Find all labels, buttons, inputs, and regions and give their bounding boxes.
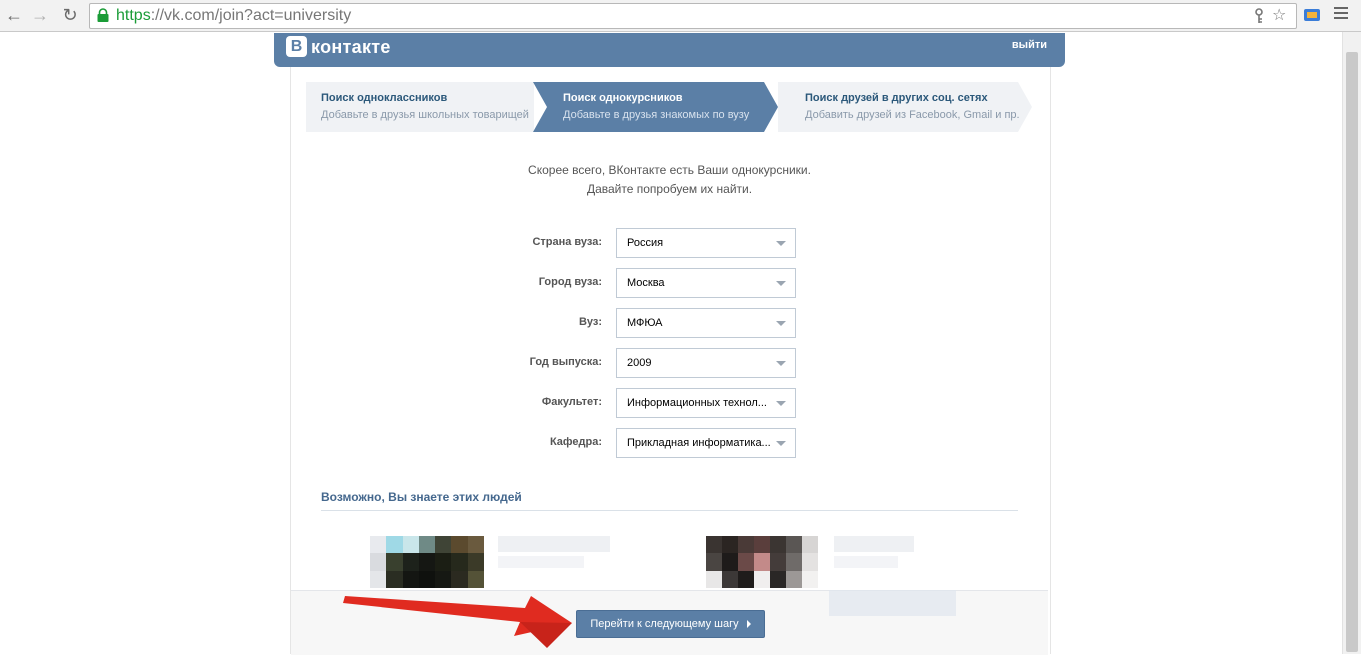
chevron-down-icon bbox=[776, 401, 786, 406]
back-icon[interactable]: ← bbox=[4, 5, 24, 25]
university-label: Вуз: bbox=[578, 316, 602, 328]
department-select[interactable]: Прикладная информатика... bbox=[616, 428, 796, 458]
browser-toolbar: ← → ↻ https://vk.com/join?act=university… bbox=[0, 0, 1361, 32]
intro-text: Скорее всего, ВКонтакте есть Ваши одноку… bbox=[290, 161, 1049, 199]
reload-icon[interactable]: ↻ bbox=[60, 5, 80, 25]
step-title: Поиск одноклассников bbox=[321, 92, 448, 104]
chevron-down-icon bbox=[776, 281, 786, 286]
intro-line-2: Давайте попробуем их найти. bbox=[586, 182, 753, 196]
logout-link[interactable]: выйти bbox=[1012, 39, 1047, 51]
chevron-down-icon bbox=[776, 321, 786, 326]
step-classmates[interactable]: Поиск одноклассников Добавьте в друзья ш… bbox=[306, 82, 534, 132]
university-value: МФЮА bbox=[627, 317, 663, 329]
year-label: Год выпуска: bbox=[529, 356, 602, 368]
add-friend-button[interactable] bbox=[829, 590, 956, 616]
city-label: Город вуза: bbox=[538, 276, 602, 288]
form-row-faculty: Факультет: Информационных технол... bbox=[300, 388, 820, 418]
form-row-department: Кафедра: Прикладная информатика... bbox=[300, 428, 820, 458]
next-step-label: Перейти к следующему шагу bbox=[590, 618, 739, 630]
next-step-button[interactable]: Перейти к следующему шагу bbox=[576, 610, 765, 638]
faculty-label: Факультет: bbox=[541, 396, 602, 408]
step-subtitle: Добавьте в друзья знакомых по вузу bbox=[563, 109, 750, 121]
extension-icon[interactable] bbox=[1303, 6, 1321, 24]
wizard-steps: Поиск одноклассников Добавьте в друзья ш… bbox=[306, 82, 1032, 132]
chevron-down-icon bbox=[776, 241, 786, 246]
suggestions-title: Возможно, Вы знаете этих людей bbox=[321, 490, 522, 504]
step-university[interactable]: Поиск однокурсников Добавьте в друзья зн… bbox=[533, 82, 778, 132]
blurred-name bbox=[834, 536, 914, 552]
avatar[interactable] bbox=[706, 536, 818, 588]
vk-logo-text[interactable]: контакте bbox=[311, 36, 391, 58]
step-title: Поиск друзей в других соц. сетях bbox=[805, 92, 988, 104]
url-path: ://vk.com/join?act=university bbox=[150, 7, 352, 24]
blurred-name bbox=[834, 556, 898, 568]
step-other-networks[interactable]: Поиск друзей в других соц. сетях Добавит… bbox=[778, 82, 1032, 132]
url-text: https://vk.com/join?act=university bbox=[116, 6, 351, 26]
department-value: Прикладная информатика... bbox=[627, 437, 771, 449]
form-row-university: Вуз: МФЮА bbox=[300, 308, 820, 338]
blurred-name bbox=[498, 536, 610, 552]
faculty-value: Информационных технол... bbox=[627, 397, 767, 409]
address-bar[interactable]: https://vk.com/join?act=university ☆ bbox=[89, 3, 1297, 29]
step-subtitle: Добавить друзей из Facebook, Gmail и пр. bbox=[805, 109, 1020, 121]
scroll-thumb[interactable] bbox=[1346, 52, 1358, 652]
form-row-country: Страна вуза: Россия bbox=[300, 228, 820, 258]
arrow-right-icon bbox=[746, 620, 751, 629]
forward-icon[interactable]: → bbox=[30, 5, 50, 25]
site-header: В контакте выйти bbox=[274, 33, 1065, 67]
form-row-year: Год выпуска: 2009 bbox=[300, 348, 820, 378]
department-label: Кафедра: bbox=[549, 436, 602, 448]
year-value: 2009 bbox=[627, 357, 652, 369]
avatar[interactable] bbox=[370, 536, 484, 588]
chevron-down-icon bbox=[776, 361, 786, 366]
step-subtitle: Добавьте в друзья школьных товарищей bbox=[321, 109, 529, 121]
faculty-select[interactable]: Информационных технол... bbox=[616, 388, 796, 418]
lock-icon bbox=[97, 8, 109, 22]
chevron-down-icon bbox=[776, 441, 786, 446]
step-title: Поиск однокурсников bbox=[563, 92, 683, 104]
country-value: Россия bbox=[627, 237, 664, 249]
key-icon[interactable] bbox=[1254, 8, 1264, 24]
year-select[interactable]: 2009 bbox=[616, 348, 796, 378]
city-select[interactable]: Москва bbox=[616, 268, 796, 298]
form-row-city: Город вуза: Москва bbox=[300, 268, 820, 298]
page-scrollbar[interactable] bbox=[1342, 32, 1361, 654]
vk-logo-icon[interactable]: В bbox=[286, 36, 307, 57]
country-select[interactable]: Россия bbox=[616, 228, 796, 258]
university-select[interactable]: МФЮА bbox=[616, 308, 796, 338]
star-icon[interactable]: ☆ bbox=[1272, 7, 1286, 25]
city-value: Москва bbox=[627, 277, 665, 289]
url-scheme: https bbox=[116, 7, 151, 24]
section-divider bbox=[321, 510, 1018, 511]
country-label: Страна вуза: bbox=[532, 236, 602, 248]
intro-line-1: Скорее всего, ВКонтакте есть Ваши одноку… bbox=[528, 163, 811, 177]
menu-icon[interactable] bbox=[1334, 7, 1348, 22]
blurred-name bbox=[498, 556, 584, 568]
